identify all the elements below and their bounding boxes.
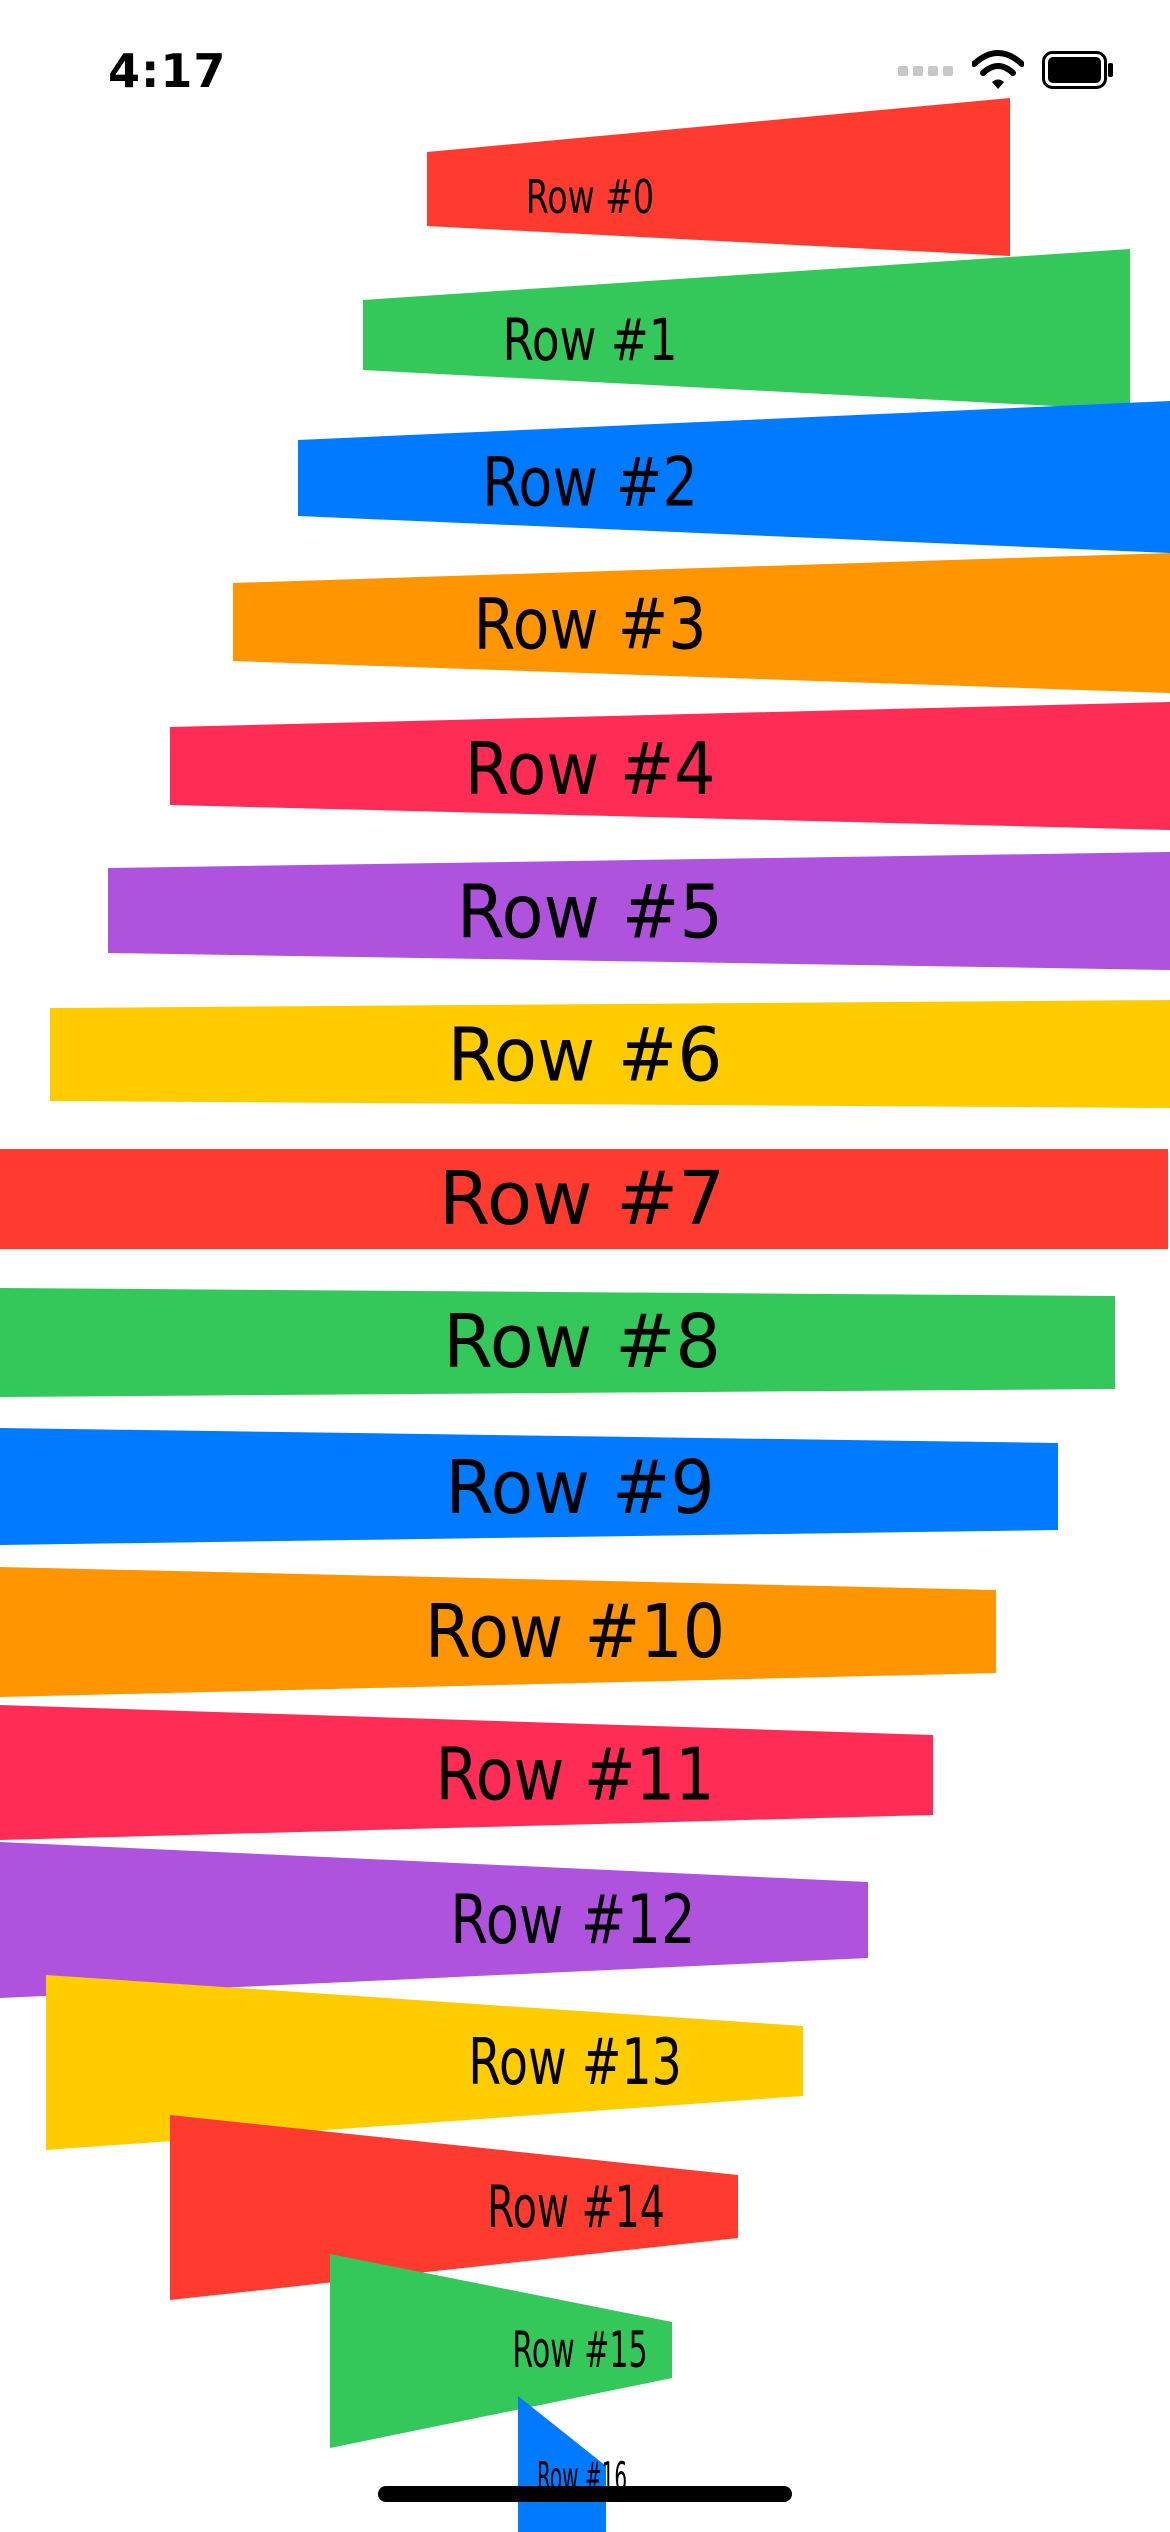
list-row[interactable]: Row #5 <box>108 852 1170 970</box>
row-background <box>427 98 1010 256</box>
status-icons <box>898 50 1114 90</box>
cellular-signal-icon <box>898 66 953 76</box>
row-label: Row #3 <box>473 584 706 665</box>
list-row[interactable]: Row #11 <box>0 1705 933 1840</box>
row-label: Row #1 <box>502 308 677 375</box>
row-background <box>363 249 1130 410</box>
row-label: Row #9 <box>445 1444 714 1531</box>
row-label: Row #11 <box>435 1733 714 1817</box>
row-label: Row #6 <box>448 1013 723 1099</box>
row-label: Row #10 <box>425 1589 725 1675</box>
row-label: Row #4 <box>465 728 716 812</box>
status-time: 4:17 <box>108 44 227 98</box>
wifi-icon <box>972 50 1024 89</box>
list-row[interactable]: Row #16 <box>518 2396 627 2532</box>
list-row[interactable]: Row #6 <box>50 1000 1170 1108</box>
list-row[interactable]: Row #3 <box>233 553 1170 693</box>
row-label: Row #15 <box>512 2321 647 2379</box>
row-background <box>298 401 1170 553</box>
row-label: Row #13 <box>468 2026 681 2100</box>
row-label: Row #7 <box>439 1156 726 1242</box>
rows-list[interactable]: Row #0 Row #1 Row #2 Row #3 Row #4 Row #5 Row … <box>0 0 1170 2532</box>
row-label: Row #0 <box>526 172 654 225</box>
row-label: Row #8 <box>443 1299 721 1385</box>
row-label: Row #12 <box>450 1880 695 1960</box>
list-row[interactable]: Row #7 <box>0 1149 1168 1249</box>
row-background <box>0 1842 868 1998</box>
list-row[interactable]: Row #0 <box>427 98 1010 256</box>
list-row[interactable]: Row #10 <box>0 1567 996 1697</box>
row-label: Row #2 <box>482 442 698 522</box>
list-row[interactable]: Row #8 <box>0 1288 1115 1397</box>
list-row[interactable]: Row #1 <box>363 249 1130 410</box>
battery-icon <box>1042 51 1113 89</box>
row-background <box>46 1975 803 2150</box>
home-indicator[interactable] <box>378 2486 792 2502</box>
row-label: Row #14 <box>487 2173 665 2241</box>
list-row[interactable]: Row #2 <box>298 401 1170 553</box>
app-screen: Row #0 Row #1 Row #2 Row #3 Row #4 Row #5 Row … <box>0 0 1170 2532</box>
list-row[interactable]: Row #13 <box>46 1975 803 2150</box>
list-row[interactable]: Row #4 <box>170 702 1170 830</box>
row-label: Row #5 <box>457 869 723 955</box>
list-row[interactable]: Row #12 <box>0 1842 868 1998</box>
list-row[interactable]: Row #15 <box>330 2254 672 2448</box>
list-row[interactable]: Row #9 <box>0 1428 1058 1545</box>
list-row[interactable]: Row #14 <box>170 2115 738 2300</box>
